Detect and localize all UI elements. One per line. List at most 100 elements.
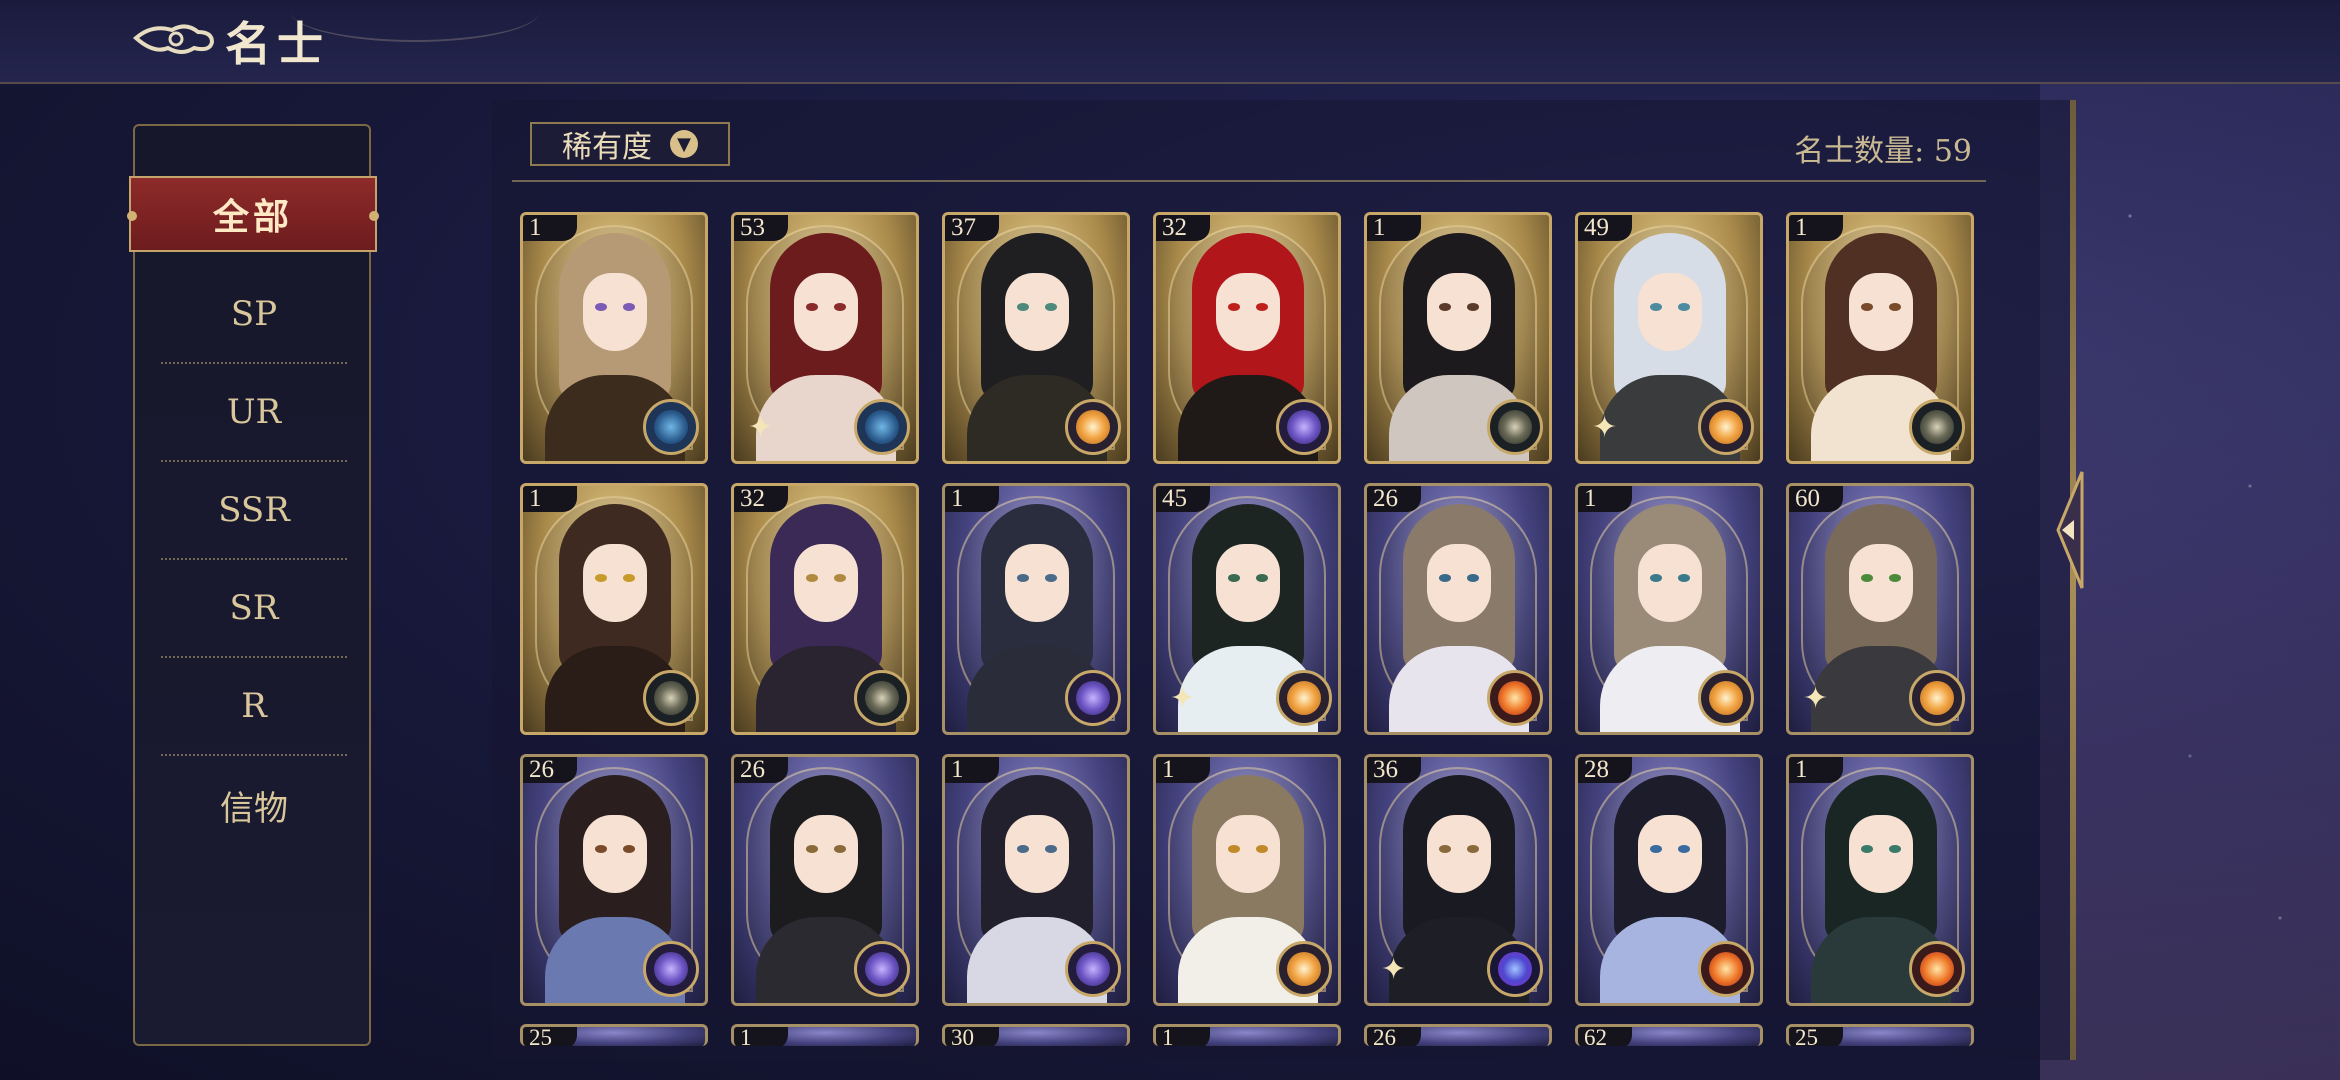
hero-card[interactable]: 32 bbox=[1153, 212, 1341, 464]
chevron-down-icon: ▼ bbox=[670, 130, 698, 158]
portrait-face bbox=[1638, 273, 1702, 351]
filter-tab-label: UR bbox=[226, 392, 282, 432]
portrait-eye bbox=[1861, 303, 1873, 311]
portrait-eye bbox=[1650, 574, 1662, 582]
hero-card-partial[interactable]: 25 bbox=[1786, 1024, 1974, 1046]
hero-level: 25 bbox=[1789, 1027, 1843, 1046]
element-badge-icon bbox=[1909, 670, 1965, 726]
portrait-face bbox=[1638, 815, 1702, 893]
element-badge-icon bbox=[1065, 670, 1121, 726]
hero-card[interactable]: 1 bbox=[520, 483, 708, 735]
portrait-eye bbox=[1256, 845, 1268, 853]
portrait-face bbox=[583, 273, 647, 351]
hero-level: 60 bbox=[1789, 486, 1843, 512]
element-badge-icon bbox=[643, 941, 699, 997]
portrait-eye bbox=[623, 574, 635, 582]
hero-card[interactable]: 1 bbox=[1786, 754, 1974, 1006]
cloud-back-icon[interactable] bbox=[132, 16, 216, 60]
hero-card[interactable]: 1 bbox=[1153, 754, 1341, 1006]
hero-level: 53 bbox=[734, 215, 788, 241]
element-badge-icon bbox=[1487, 941, 1543, 997]
element-badge-icon bbox=[1909, 399, 1965, 455]
portrait-eye bbox=[1650, 303, 1662, 311]
filter-tab-label: 信物 bbox=[220, 788, 288, 829]
hero-level: 26 bbox=[523, 757, 577, 783]
tab-ornament-right bbox=[369, 211, 379, 221]
filter-tab-ssr[interactable]: SSR bbox=[161, 462, 347, 560]
hero-card[interactable]: 26 bbox=[520, 754, 708, 1006]
hero-card-partial[interactable]: 1 bbox=[731, 1024, 919, 1046]
portrait-face bbox=[794, 544, 858, 622]
hero-card-partial[interactable]: 30 bbox=[942, 1024, 1130, 1046]
filter-tab-r[interactable]: R bbox=[161, 658, 347, 756]
element-badge-icon bbox=[1276, 941, 1332, 997]
sort-label: 稀有度 bbox=[562, 130, 652, 165]
filter-tab-token[interactable]: 信物 bbox=[161, 756, 347, 854]
filter-tab-sp[interactable]: SP bbox=[161, 266, 347, 364]
hero-card[interactable]: ✦ 36 bbox=[1364, 754, 1552, 1006]
hero-card[interactable]: 37 bbox=[942, 212, 1130, 464]
hero-level: 1 bbox=[1789, 757, 1843, 783]
collapse-arrow-button[interactable] bbox=[2048, 470, 2088, 590]
portrait-face bbox=[1427, 544, 1491, 622]
portrait-eye bbox=[834, 303, 846, 311]
portrait-eye bbox=[806, 574, 818, 582]
portrait-eye bbox=[1467, 303, 1479, 311]
portrait-eye bbox=[1045, 303, 1057, 311]
element-badge-icon bbox=[1698, 941, 1754, 997]
hero-level: 25 bbox=[523, 1027, 577, 1046]
hero-card[interactable]: 32 bbox=[731, 483, 919, 735]
filter-tab-ur[interactable]: UR bbox=[161, 364, 347, 462]
portrait-eye bbox=[1045, 845, 1057, 853]
page-title: 名士 bbox=[225, 17, 329, 71]
hero-card[interactable]: 1 bbox=[1575, 483, 1763, 735]
portrait-eye bbox=[1889, 845, 1901, 853]
element-badge-icon bbox=[854, 941, 910, 997]
sparkle-icon: ✦ bbox=[1381, 952, 1407, 987]
hero-level: 26 bbox=[734, 757, 788, 783]
hero-level: 1 bbox=[1578, 486, 1632, 512]
portrait-eye bbox=[595, 574, 607, 582]
hero-card[interactable]: 1 bbox=[942, 483, 1130, 735]
hero-level: 1 bbox=[1156, 1027, 1210, 1046]
sparkle-icon: ✦ bbox=[1592, 410, 1618, 445]
portrait-face bbox=[794, 815, 858, 893]
hero-card[interactable]: ✦ 45 bbox=[1153, 483, 1341, 735]
hero-card-partial[interactable]: 62 bbox=[1575, 1024, 1763, 1046]
portrait-eye bbox=[1467, 574, 1479, 582]
hero-card-partial[interactable]: 25 bbox=[520, 1024, 708, 1046]
hero-card-partial[interactable]: 1 bbox=[1153, 1024, 1341, 1046]
portrait-eye bbox=[1256, 574, 1268, 582]
hero-level: 45 bbox=[1156, 486, 1210, 512]
hero-card[interactable]: 1 bbox=[520, 212, 708, 464]
portrait-eye bbox=[1650, 845, 1662, 853]
portrait-eye bbox=[1228, 845, 1240, 853]
hero-level: 1 bbox=[734, 1027, 788, 1046]
hero-card[interactable]: 1 bbox=[1786, 212, 1974, 464]
hero-card[interactable]: ✦ 60 bbox=[1786, 483, 1974, 735]
hero-card[interactable]: 1 bbox=[942, 754, 1130, 1006]
filter-tab-all[interactable]: 全部 bbox=[127, 176, 379, 252]
filter-tab-label: SR bbox=[229, 588, 279, 628]
portrait-eye bbox=[1228, 303, 1240, 311]
filter-tab-sr[interactable]: SR bbox=[161, 560, 347, 658]
portrait-face bbox=[1849, 273, 1913, 351]
hero-card[interactable]: ✦ 53 bbox=[731, 212, 919, 464]
tab-ornament-left bbox=[127, 211, 137, 221]
portrait-eye bbox=[1889, 303, 1901, 311]
filter-tab-label: SSR bbox=[218, 490, 290, 530]
hero-card-partial[interactable]: 26 bbox=[1364, 1024, 1552, 1046]
element-badge-icon bbox=[1065, 399, 1121, 455]
portrait-eye bbox=[595, 845, 607, 853]
portrait-face bbox=[1849, 544, 1913, 622]
hero-card[interactable]: 1 bbox=[1364, 212, 1552, 464]
hero-card[interactable]: 26 bbox=[731, 754, 919, 1006]
list-divider bbox=[512, 180, 1986, 182]
hero-card[interactable]: 28 bbox=[1575, 754, 1763, 1006]
sort-dropdown[interactable]: 稀有度 ▼ bbox=[530, 122, 730, 166]
hero-card[interactable]: 26 bbox=[1364, 483, 1552, 735]
portrait-face bbox=[1005, 273, 1069, 351]
hero-level: 1 bbox=[1156, 757, 1210, 783]
element-badge-icon bbox=[1487, 670, 1543, 726]
hero-card[interactable]: ✦ 49 bbox=[1575, 212, 1763, 464]
